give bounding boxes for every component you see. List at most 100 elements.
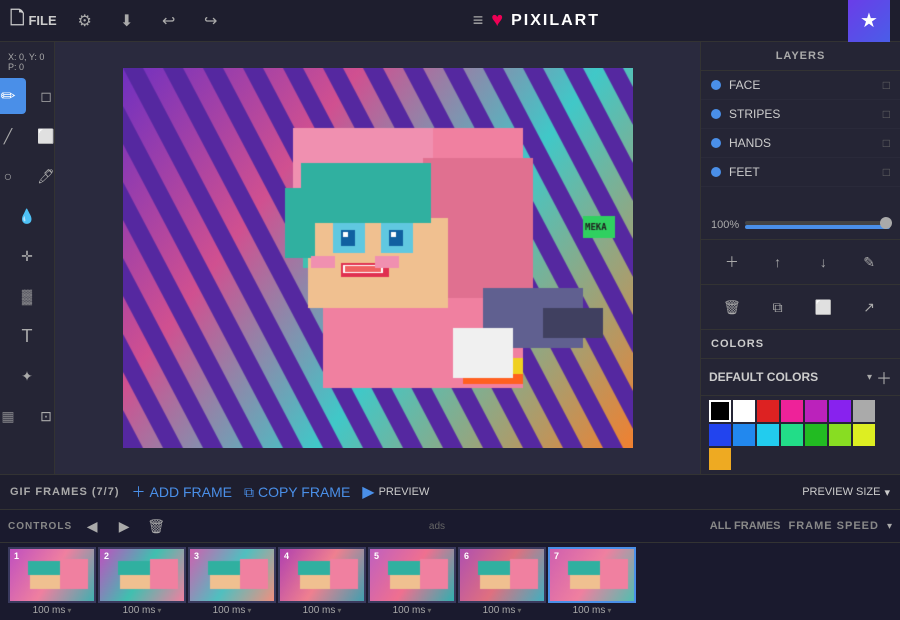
layer-vis-icon[interactable]: □ <box>883 136 890 150</box>
frame-item[interactable]: 1 100 ms▾ <box>8 547 96 616</box>
layer-face[interactable]: FACE □ <box>701 71 900 100</box>
layer-feet[interactable]: FEET □ <box>701 158 900 187</box>
frame-speed-value: 100 ms <box>483 605 516 616</box>
frame-speed-row: 100 ms▾ <box>393 605 432 616</box>
move-layer-up-button[interactable]: ↑ <box>764 248 792 276</box>
copy-frame-button[interactable]: ⧉ COPY FRAME <box>244 484 350 501</box>
frame-speed-dropdown-icon[interactable]: ▾ <box>337 606 341 615</box>
frame-item[interactable]: 6100 ms▾ <box>458 547 546 616</box>
layers-list: FACE □ STRIPES □ HANDS □ FEET □ <box>701 71 900 211</box>
delete-frame-button[interactable]: 🗑 <box>144 514 168 538</box>
color-swatch[interactable] <box>829 424 851 446</box>
color-swatch[interactable] <box>733 424 755 446</box>
color-swatch[interactable] <box>853 424 875 446</box>
color-picker-tool[interactable]: 💧 <box>9 198 45 234</box>
color-swatch[interactable] <box>805 400 827 422</box>
gif-bar: GIF FRAMES (7/7) ＋ ADD FRAME ⧉ COPY FRAM… <box>0 474 900 510</box>
frame-item[interactable]: 5 100 ms▾ <box>368 547 456 616</box>
export-layer-button[interactable]: ↗ <box>855 293 883 321</box>
brand: ♥ PIXILART <box>491 9 600 32</box>
layer-hands[interactable]: HANDS □ <box>701 129 900 158</box>
text-tool[interactable]: T <box>9 318 45 354</box>
frame-item[interactable]: 4100 ms▾ <box>278 547 366 616</box>
star-button[interactable]: ★ <box>848 0 890 42</box>
preview-button[interactable]: ▶ PREVIEW <box>362 482 429 502</box>
color-swatch[interactable] <box>781 400 803 422</box>
copy-layer-button[interactable]: ⧉ <box>764 293 792 321</box>
dither-tool[interactable]: ▓ <box>9 278 45 314</box>
copy-frame-label: COPY FRAME <box>258 484 350 500</box>
canvas-container[interactable] <box>55 42 700 474</box>
layer-vis-icon[interactable]: □ <box>883 165 890 179</box>
download-icon[interactable]: ⬇ <box>113 7 141 35</box>
add-color-button[interactable]: ＋ <box>876 365 892 389</box>
layer-dot <box>711 167 721 177</box>
merge-layer-button[interactable]: ⬜ <box>809 293 837 321</box>
line-tool[interactable]: ╱ <box>0 118 26 154</box>
frame-speed-dropdown-icon[interactable]: ▾ <box>67 606 71 615</box>
color-swatch[interactable] <box>757 400 779 422</box>
default-colors-dropdown-icon[interactable]: ▾ <box>867 372 872 383</box>
file-menu[interactable]: 🗋 FILE <box>10 6 57 36</box>
pencil-tool[interactable]: ✏ <box>0 78 26 114</box>
opacity-row: 100% <box>701 211 900 240</box>
frame-number: 2 <box>104 551 109 561</box>
frame-item[interactable]: 7100 ms▾ <box>548 547 636 616</box>
color-palette <box>701 396 900 474</box>
frame-item[interactable]: 2 100 ms▾ <box>98 547 186 616</box>
brand-name: PIXILART <box>511 12 600 30</box>
color-swatch[interactable] <box>805 424 827 446</box>
frame-speed-dropdown-icon[interactable]: ▾ <box>247 606 251 615</box>
color-swatch[interactable] <box>853 400 875 422</box>
pixel-canvas[interactable] <box>123 68 633 448</box>
layer-actions: ＋ ↑ ↓ ✎ <box>701 240 900 285</box>
opacity-label: 100% <box>711 219 739 231</box>
redo-icon[interactable]: ↪ <box>197 7 225 35</box>
settings-icon[interactable]: ⚙ <box>71 7 99 35</box>
circle-tool[interactable]: ○ <box>0 158 26 194</box>
frame-speed-row: 100 ms▾ <box>123 605 162 616</box>
rename-layer-button[interactable]: ✎ <box>855 248 883 276</box>
frame-thumbnail: 4 <box>278 547 366 603</box>
add-layer-button[interactable]: ＋ <box>718 248 746 276</box>
undo-icon[interactable]: ↩ <box>155 7 183 35</box>
color-swatch[interactable] <box>709 424 731 446</box>
colors-section: COLORS DEFAULT COLORS ▾ ＋ <box>701 330 900 474</box>
layer-stripes[interactable]: STRIPES □ <box>701 100 900 129</box>
move-tool[interactable]: ✛ <box>9 238 45 274</box>
layer-dot <box>711 80 721 90</box>
preview-size-dropdown-icon: ▾ <box>884 486 890 499</box>
frame-number: 3 <box>194 551 199 561</box>
frame-thumbnail: 5 <box>368 547 456 603</box>
frame-speed-dropdown-icon[interactable]: ▾ <box>157 606 161 615</box>
move-layer-down-button[interactable]: ↓ <box>809 248 837 276</box>
color-swatch[interactable] <box>829 400 851 422</box>
pattern-tool[interactable]: ▦ <box>0 398 26 434</box>
layer-dot <box>711 138 721 148</box>
preview-size-button[interactable]: PREVIEW SIZE ▾ <box>802 486 890 499</box>
frame-speed-row: 100 ms▾ <box>33 605 72 616</box>
color-swatch[interactable] <box>733 400 755 422</box>
wand-tool[interactable]: ✦ <box>9 358 45 394</box>
add-frame-button[interactable]: ＋ ADD FRAME <box>132 482 232 502</box>
frame-speed-dropdown-icon[interactable]: ▾ <box>517 606 521 615</box>
layer-feet-label: FEET <box>729 165 875 179</box>
hamburger-icon[interactable]: ≡ <box>473 10 484 31</box>
color-swatch[interactable] <box>781 424 803 446</box>
frame-item[interactable]: 3100 ms▾ <box>188 547 276 616</box>
color-swatch[interactable] <box>757 424 779 446</box>
color-swatch[interactable] <box>709 448 731 470</box>
frame-speed-dropdown-icon[interactable]: ▾ <box>887 521 892 532</box>
prev-frame-button[interactable]: ◀ <box>80 514 104 538</box>
frame-thumbnail: 3 <box>188 547 276 603</box>
layer-vis-icon[interactable]: □ <box>883 107 890 121</box>
delete-layer-button[interactable]: 🗑 <box>718 293 746 321</box>
layer-vis-icon[interactable]: □ <box>883 78 890 92</box>
color-swatch[interactable] <box>709 400 731 422</box>
preview-size-label: PREVIEW SIZE <box>802 486 880 498</box>
next-frame-button[interactable]: ▶ <box>112 514 136 538</box>
frame-speed-dropdown-icon[interactable]: ▾ <box>427 606 431 615</box>
frame-thumbnail: 1 <box>8 547 96 603</box>
frame-speed-dropdown-icon[interactable]: ▾ <box>607 606 611 615</box>
opacity-handle[interactable] <box>880 217 892 229</box>
